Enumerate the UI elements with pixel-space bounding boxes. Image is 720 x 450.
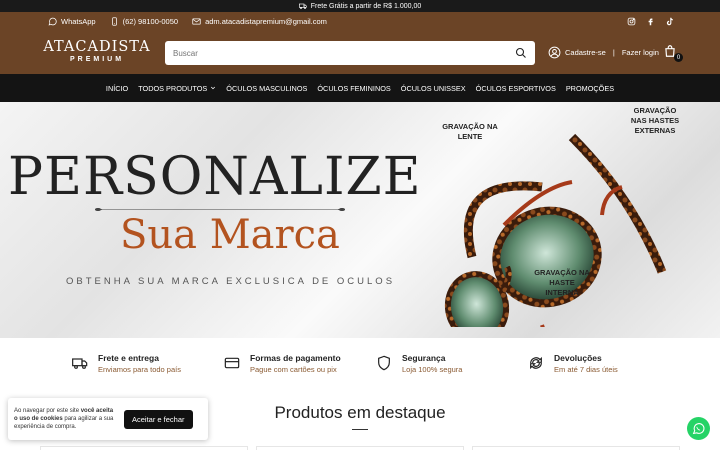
nav-item-oculos-unissex[interactable]: ÓCULOS UNISSEX	[401, 84, 466, 93]
phone-icon	[111, 17, 117, 26]
instagram-icon	[627, 17, 635, 25]
nav-item-label: PROMOÇÕES	[565, 83, 615, 93]
nav-item-label: ÓCULOS FEMININOS	[317, 83, 391, 93]
nav-item-label: ÓCULOS ESPORTIVOS	[475, 83, 556, 93]
account-separator: |	[612, 48, 615, 57]
phone-label: (62) 98100-0050	[122, 17, 179, 26]
tiktok-link[interactable]	[664, 16, 674, 26]
feature-title: Segurança	[402, 352, 446, 363]
title-underline	[352, 429, 368, 430]
whatsapp-label: WhatsApp	[61, 17, 96, 26]
nav-item-oculos-femininos[interactable]: ÓCULOS FEMININOS	[317, 84, 390, 93]
nav-item-promocoes[interactable]: PROMOÇÕES	[566, 84, 614, 93]
banner-title: PERSONALIZE	[8, 147, 422, 207]
feature-title: Devoluções	[554, 352, 602, 363]
whatsapp-icon	[692, 423, 705, 435]
nav-item-label: ÓCULOS MASCULINOS	[226, 83, 308, 93]
shield-icon	[378, 355, 390, 371]
product-card[interactable]	[256, 446, 464, 450]
whatsapp-float-button[interactable]	[687, 417, 710, 440]
nav-item-oculos-masculinos[interactable]: ÓCULOS MASCULINOS	[226, 84, 307, 93]
label-internal-engraving: GRAVAÇÃO NA HASTE INTERNA	[534, 268, 590, 297]
instagram-link[interactable]	[626, 16, 636, 26]
features-bar: Frete e entrega Enviamos para todo país F…	[0, 338, 720, 388]
main-navigation: INÍCIO TODOS PRODUTOS ÓCULOS MASCULINOS …	[0, 74, 720, 102]
search-input[interactable]	[173, 48, 515, 58]
whatsapp-link[interactable]: WhatsApp	[48, 17, 96, 26]
cart-count-badge: 0	[674, 53, 683, 62]
user-icon	[548, 46, 561, 59]
refresh-icon	[530, 356, 542, 370]
store-logo[interactable]: ATACADISTA PREMIUM	[43, 40, 151, 63]
feature-title: Formas de pagamento	[250, 352, 341, 363]
feature-security: Segurança Loja 100% segura	[376, 353, 496, 374]
banner-divider	[95, 208, 345, 211]
signup-link[interactable]: Cadastre-se	[565, 48, 606, 57]
feature-subtitle: Em até 7 dias úteis	[554, 364, 618, 374]
logo-sub-text: PREMIUM	[69, 56, 125, 63]
feature-shipping: Frete e entrega Enviamos para todo país	[72, 353, 192, 374]
social-links	[626, 16, 674, 26]
label-lens-engraving: GRAVAÇÃO NA LENTE	[442, 122, 498, 141]
truck-icon	[72, 358, 88, 369]
feature-returns: Devoluções Em até 7 dias úteis	[528, 353, 648, 374]
cart-button[interactable]: 0	[663, 44, 683, 62]
cookie-text: Ao navegar por este site você aceita o u…	[14, 407, 118, 431]
chevron-down-icon	[211, 86, 216, 90]
feature-subtitle: Loja 100% segura	[402, 364, 463, 374]
search-icon[interactable]	[515, 47, 527, 59]
login-link[interactable]: Fazer login	[622, 48, 659, 57]
feature-subtitle: Pague com cartões ou pix	[250, 364, 337, 374]
label-external-engraving: GRAVAÇÃO NAS HASTES EXTERNAS	[630, 106, 680, 135]
whatsapp-icon	[48, 17, 57, 26]
announcement-text: Frete Grátis a partir de R$ 1.000,00	[310, 2, 422, 10]
feature-payment: Formas de pagamento Pague com cartões ou …	[224, 353, 344, 374]
nav-item-label: ÓCULOS UNISSEX	[400, 83, 466, 93]
email-link[interactable]: adm.atacadistapremium@gmail.com	[192, 17, 327, 26]
facebook-icon	[648, 18, 653, 25]
nav-item-label: TODOS PRODUTOS	[138, 83, 208, 93]
logo-main-text: ATACADISTA	[43, 39, 151, 55]
banner-subtitle: Sua Marca	[120, 212, 340, 258]
banner-tagline: OBTENHA SUA MARCA EXCLUSICA DE OCULOS	[66, 276, 396, 287]
truck-icon	[298, 3, 307, 9]
phone-link[interactable]: (62) 98100-0050	[110, 17, 178, 26]
nav-item-label: INÍCIO	[105, 83, 129, 93]
feature-title: Frete e entrega	[98, 352, 159, 363]
facebook-link[interactable]	[645, 16, 655, 26]
cookie-text-start: Ao navegar por este site	[14, 408, 81, 414]
credit-card-icon	[224, 357, 240, 369]
nav-item-oculos-esportivos[interactable]: ÓCULOS ESPORTIVOS	[476, 84, 556, 93]
contact-links: WhatsApp (62) 98100-0050 adm.atacadistap…	[48, 17, 327, 26]
header: WhatsApp (62) 98100-0050 adm.atacadistap…	[0, 12, 720, 74]
search-bar	[165, 41, 535, 65]
accept-cookies-button[interactable]: Aceitar e fechar	[124, 409, 193, 429]
nav-item-inicio[interactable]: INÍCIO	[106, 84, 128, 93]
top-announcement-bar: Frete Grátis a partir de R$ 1.000,00	[0, 0, 720, 12]
product-card[interactable]	[472, 446, 680, 450]
tiktok-icon	[666, 17, 673, 25]
hero-banner[interactable]: PERSONALIZE Sua Marca OBTENHA SUA MARCA …	[0, 102, 720, 338]
product-card[interactable]	[40, 446, 248, 450]
product-cards-row	[40, 446, 680, 450]
email-label: adm.atacadistapremium@gmail.com	[205, 17, 327, 26]
mail-icon	[192, 18, 201, 25]
cookie-consent-banner: Ao navegar por este site você aceita o u…	[8, 398, 208, 440]
nav-item-todos-produtos[interactable]: TODOS PRODUTOS	[138, 84, 216, 93]
account-area: Cadastre-se | Fazer login	[548, 46, 659, 59]
feature-subtitle: Enviamos para todo país	[98, 364, 181, 374]
